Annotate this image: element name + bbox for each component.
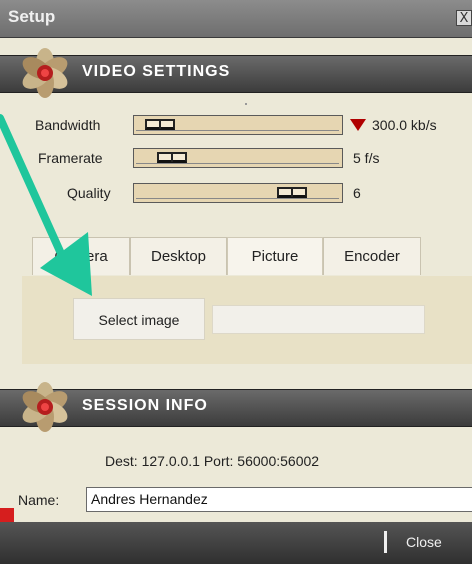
bandwidth-label: Bandwidth <box>35 117 101 133</box>
bandwidth-slider[interactable] <box>133 115 343 135</box>
framerate-slider-thumb[interactable] <box>157 152 187 163</box>
select-image-button[interactable]: Select image <box>73 298 205 340</box>
image-path-field[interactable] <box>212 305 425 334</box>
tab-picture[interactable]: Picture <box>227 237 323 275</box>
flower-logo-icon <box>22 382 68 432</box>
bandwidth-value: 300.0 kb/s <box>372 117 437 133</box>
quality-slider-thumb[interactable] <box>277 187 307 198</box>
tab-camera[interactable]: Camera <box>32 237 130 275</box>
footer-bar: Close <box>0 522 472 564</box>
name-field[interactable]: Andres Hernandez <box>86 487 472 512</box>
bandwidth-slider-thumb[interactable] <box>145 119 175 130</box>
window-titlebar: Setup X <box>0 0 472 38</box>
window-close-icon[interactable]: X <box>456 10 472 26</box>
bandwidth-indicator-icon <box>350 119 366 131</box>
name-label: Name: <box>18 492 60 508</box>
framerate-slider[interactable] <box>133 148 343 168</box>
quality-label: Quality <box>67 185 111 201</box>
framerate-label: Framerate <box>38 150 103 166</box>
session-info-title: SESSION INFO <box>82 397 208 414</box>
tab-desktop[interactable]: Desktop <box>130 237 227 275</box>
quality-value: 6 <box>353 185 361 201</box>
footer-separator <box>384 531 387 553</box>
video-settings-title: VIDEO SETTINGS <box>82 63 231 80</box>
tab-encoder[interactable]: Encoder <box>323 237 421 275</box>
window-title: Setup <box>8 7 56 26</box>
framerate-value: 5 f/s <box>353 150 380 166</box>
close-button[interactable]: Close <box>406 534 442 550</box>
decorative-dot <box>245 103 247 105</box>
flower-logo-icon <box>22 48 68 98</box>
session-dest-port: Dest: 127.0.0.1 Port: 56000:56002 <box>105 453 320 469</box>
quality-slider[interactable] <box>133 183 343 203</box>
